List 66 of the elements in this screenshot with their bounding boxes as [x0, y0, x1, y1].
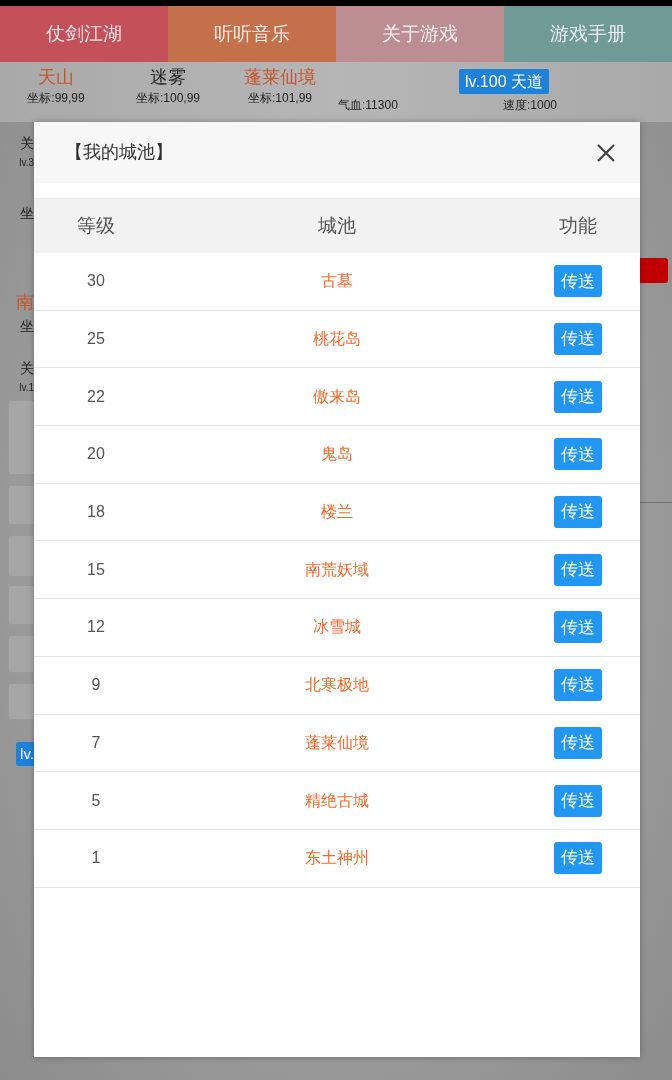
location-fragment: 南 [16, 291, 34, 313]
dialog-title: 【我的城池】 [65, 141, 173, 164]
level-badge: lv.100 天道 [459, 69, 549, 94]
slot-tile [8, 485, 34, 525]
city-name: 蓬莱仙境 [305, 732, 369, 753]
label-fragment: 关 [20, 359, 34, 377]
column-header: 功能 [559, 213, 597, 238]
level-cell-text: 12 [87, 617, 105, 638]
location-coords: 坐标:99,99 [27, 90, 85, 106]
level-cell-text: 22 [87, 386, 105, 407]
city-name: 桃花岛 [313, 329, 361, 350]
location-coords: 坐标:100,99 [135, 90, 200, 106]
level-cell-text: 5 [91, 790, 101, 811]
teleport-button[interactable]: 传送 [554, 611, 602, 644]
nav-tab[interactable]: 仗剑江湖 [0, 6, 168, 62]
label-fragment: 坐 [20, 317, 34, 335]
teleport-button[interactable]: 传送 [554, 784, 602, 817]
slot-tile [8, 635, 34, 673]
city-name: 鬼岛 [321, 444, 353, 465]
teleport-button[interactable]: 传送 [554, 669, 602, 702]
location-name[interactable]: 天山 [38, 66, 74, 88]
city-name: 傲来岛 [313, 386, 361, 407]
level-cell-text: 20 [87, 444, 105, 465]
city-name: 古墓 [321, 271, 353, 292]
location-name[interactable]: 迷雾 [150, 66, 186, 88]
level-cell-text: 9 [91, 675, 101, 696]
close-button[interactable] [596, 142, 616, 163]
teleport-button[interactable]: 传送 [554, 553, 602, 586]
teleport-button[interactable]: 传送 [554, 323, 602, 356]
teleport-button[interactable]: 传送 [554, 380, 602, 413]
label-fragment: 关 [20, 134, 34, 152]
level-cell-text: 30 [87, 271, 105, 292]
teleport-button[interactable]: 传送 [554, 438, 602, 471]
close-icon [597, 143, 615, 162]
slot-tile [8, 535, 34, 577]
nav-tab[interactable]: 游戏手册 [504, 6, 672, 62]
nav-tab[interactable]: 听听音乐 [168, 6, 336, 62]
level-fragment: lv.3 [19, 157, 34, 169]
hp-stat: 气血:11300 [337, 97, 399, 113]
level-cell-text: 18 [87, 502, 105, 523]
city-name: 精绝古城 [305, 790, 369, 811]
level-badge: lv. [16, 742, 34, 766]
label-fragment: 坐 [20, 204, 34, 222]
city-name: 南荒妖域 [305, 559, 369, 580]
city-name: 东土神州 [305, 848, 369, 869]
level-cell-text: 7 [91, 732, 101, 753]
level-cell-text: 1 [91, 848, 101, 869]
location-name[interactable]: 蓬莱仙境 [244, 66, 316, 88]
city-name: 楼兰 [321, 502, 353, 523]
city-name: 冰雪城 [313, 617, 361, 638]
teleport-button[interactable]: 传送 [554, 726, 602, 759]
teleport-button[interactable]: 传送 [554, 265, 602, 298]
level-cell-text: 25 [87, 329, 105, 350]
column-header: 等级 [77, 213, 115, 238]
teleport-button[interactable]: 传送 [554, 842, 602, 875]
tag-shape [640, 258, 668, 283]
slot-tile [8, 683, 34, 720]
speed-stat: 速度:1000 [503, 97, 558, 113]
level-fragment: lv.1 [19, 382, 34, 394]
slot-tile [8, 585, 34, 625]
location-coords: 坐标:101,99 [247, 90, 312, 106]
level-cell-text: 15 [87, 559, 105, 580]
city-name: 北寒极地 [305, 675, 369, 696]
teleport-button[interactable]: 传送 [554, 496, 602, 529]
nav-tab[interactable]: 关于游戏 [336, 6, 504, 62]
column-header: 城池 [318, 213, 356, 238]
